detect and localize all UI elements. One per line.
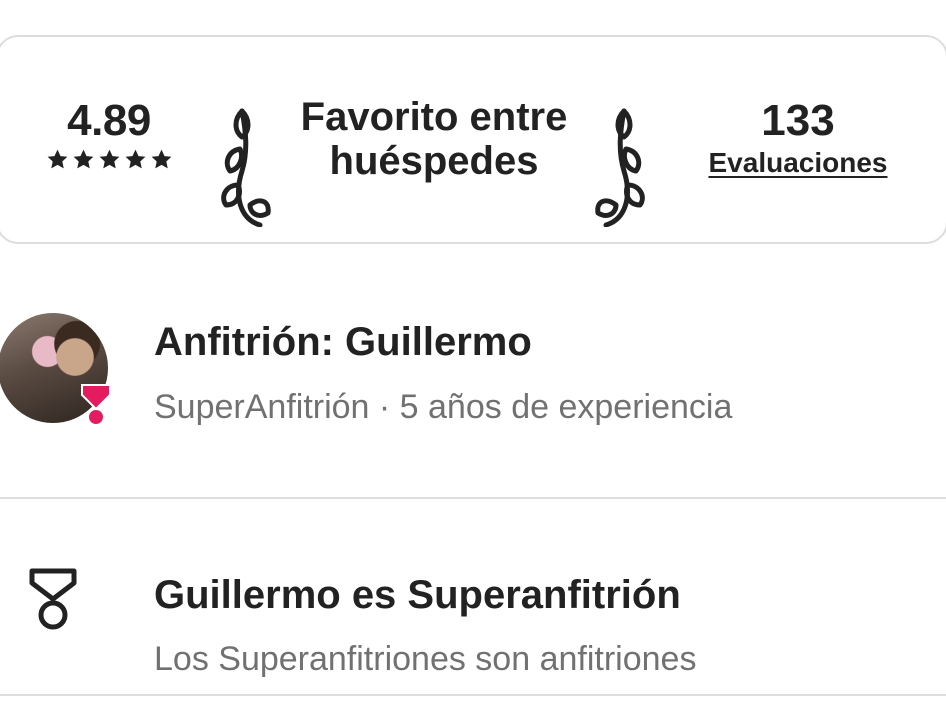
superhost-description: Los Superanfitriones son anfitriones — [154, 640, 697, 678]
divider — [0, 497, 946, 499]
guest-favorite-card[interactable]: 4.89 Favorito entre huéspedes 133 Evalua… — [0, 35, 946, 244]
host-meta: SuperAnfitrión · 5 años de experiencia — [154, 388, 733, 426]
star-icon — [97, 147, 122, 172]
reviews-count: 133 — [761, 96, 835, 145]
listing-host-section: 4.89 Favorito entre huéspedes 133 Evalua… — [0, 0, 946, 709]
superhost-title: Guillermo es Superanfitrión — [154, 573, 681, 617]
medal-icon — [26, 565, 80, 638]
superhost-badge-icon — [80, 383, 112, 427]
host-name: Anfitrión: Guillermo — [154, 320, 532, 364]
star-icon — [149, 147, 174, 172]
divider — [0, 694, 946, 696]
star-icon — [123, 147, 148, 172]
laurel-left-icon — [220, 101, 272, 227]
rating-value: 4.89 — [67, 96, 151, 145]
reviews-link[interactable]: Evaluaciones — [709, 147, 888, 179]
host-row[interactable]: Anfitrión: Guillermo SuperAnfitrión · 5 … — [0, 250, 946, 498]
rating-block: 4.89 — [34, 97, 184, 172]
star-rating — [34, 147, 184, 172]
star-icon — [45, 147, 70, 172]
guest-favorite-title: Favorito entre huéspedes — [300, 95, 568, 183]
star-icon — [71, 147, 96, 172]
laurel-right-icon — [594, 101, 646, 227]
reviews-block: 133 Evaluaciones — [688, 97, 908, 179]
